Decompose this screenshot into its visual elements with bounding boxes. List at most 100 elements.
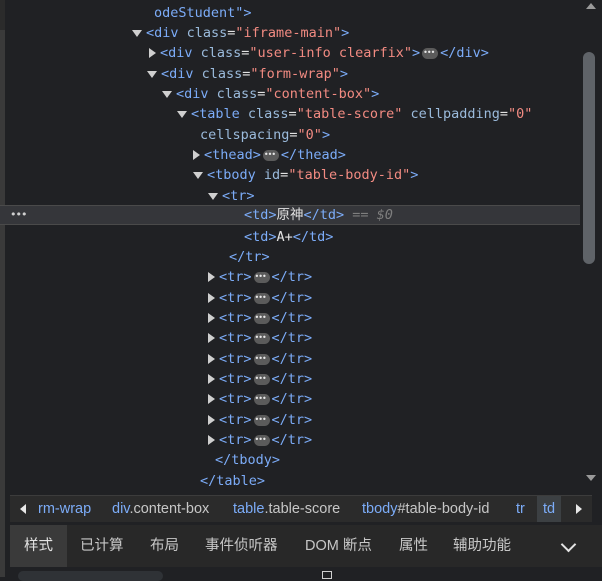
breadcrumb-selector: #table-body-id [397, 501, 490, 517]
node-content: <div class="user-info clearfix"></div> [149, 43, 489, 63]
dom-node-row[interactable]: </tbody> [0, 450, 580, 470]
ellipsis-icon[interactable] [422, 43, 439, 63]
ellipsis-icon[interactable] [253, 349, 270, 369]
dom-node-row[interactable]: <tr> </tr> [0, 349, 580, 369]
dom-breadcrumb: rm-wrap div.content-box table.table-score t… [10, 495, 592, 522]
dom-node-row[interactable]: <table class="table-score" cellpadding="… [0, 104, 580, 124]
ellipsis-icon[interactable] [253, 288, 270, 308]
tag-text: <tr> [222, 188, 255, 204]
dom-node-row[interactable]: <div class="user-info clearfix"></div> [0, 43, 580, 63]
ellipsis-icon[interactable] [262, 145, 279, 165]
ellipsis-icon[interactable] [253, 328, 270, 348]
breadcrumb-item[interactable]: div.content-box [112, 496, 209, 522]
expand-down-icon[interactable] [132, 29, 142, 37]
tab-item[interactable]: DOM 断点 [305, 525, 372, 567]
ellipsis-icon[interactable] [253, 410, 270, 430]
ellipsis-icon[interactable] [253, 369, 270, 389]
collapse-right-icon[interactable] [208, 333, 215, 343]
expand-down-icon[interactable] [208, 192, 218, 200]
tab-item[interactable]: 辅助功能 [453, 525, 511, 567]
breadcrumb-item[interactable]: tbody#table-body-id [362, 496, 489, 522]
dom-node-row[interactable]: </table> [0, 471, 580, 491]
expand-down-icon[interactable] [177, 110, 187, 118]
collapse-right-icon[interactable] [208, 354, 215, 364]
tab-item[interactable]: 属性 [399, 525, 428, 567]
node-text [402, 106, 410, 122]
toggle-icon[interactable] [322, 571, 332, 579]
dom-node-row[interactable]: odeStudent"> [0, 3, 580, 23]
dom-node-row[interactable]: <td>A+</td> [0, 227, 580, 247]
node-content: <tr> </tr> [208, 410, 312, 430]
dom-node-row[interactable]: <tr> </tr> [0, 369, 580, 389]
dom-node-row[interactable]: <tbody id="table-body-id"> [0, 165, 580, 185]
collapse-right-icon[interactable] [193, 150, 200, 160]
ellipsis-icon[interactable] [253, 389, 270, 409]
elements-tree[interactable]: odeStudent"> <div class="iframe-main"> <di… [0, 0, 580, 492]
chevron-down-icon[interactable] [560, 536, 577, 553]
scroll-down-icon[interactable] [586, 475, 596, 481]
dom-node-row[interactable]: <div class="form-wrap"> [0, 64, 580, 84]
filter-input[interactable] [18, 571, 163, 581]
breadcrumb-item[interactable]: td [537, 496, 562, 522]
scrollbar-thumb[interactable] [583, 52, 595, 264]
breadcrumb-scroll-right-button[interactable] [566, 496, 592, 522]
dom-node-row[interactable]: <tr> </tr> [0, 328, 580, 348]
tab-item[interactable]: 事件侦听器 [205, 525, 278, 567]
collapse-right-icon[interactable] [208, 415, 215, 425]
breadcrumb-tag: tr [516, 501, 525, 517]
chevron-right-icon [576, 504, 582, 514]
collapse-right-icon[interactable] [208, 435, 215, 445]
breadcrumb-item[interactable]: tr [516, 496, 525, 522]
node-content: <tr> [208, 186, 255, 206]
selected-node-row[interactable]: <td>原神</td> == $0 ••• [0, 205, 580, 225]
row-actions-icon[interactable]: ••• [10, 206, 27, 224]
expand-down-icon[interactable] [147, 70, 157, 78]
node-text: A+ [276, 229, 293, 245]
attribute-name: class [200, 45, 242, 61]
dom-node-row[interactable]: </tr> [0, 247, 580, 267]
ellipsis-icon[interactable] [253, 267, 270, 287]
dom-node-row[interactable]: <tr> [0, 186, 580, 206]
collapse-right-icon[interactable] [149, 48, 156, 58]
tab-item[interactable]: 布局 [150, 525, 179, 567]
tag-text: > [339, 66, 348, 82]
ellipsis-icon[interactable] [253, 430, 270, 450]
breadcrumb-item[interactable]: rm-wrap [38, 496, 91, 522]
node-content: <tr> </tr> [208, 328, 312, 348]
node-text: 原神 [276, 207, 304, 223]
dom-node-row[interactable]: <tr> </tr> [0, 308, 580, 328]
collapse-right-icon[interactable] [208, 394, 215, 404]
dom-node-row[interactable]: <div class="content-box"> [0, 84, 580, 104]
breadcrumb-item[interactable]: table.table-score [233, 496, 340, 522]
dom-node-row[interactable]: <tr> </tr> [0, 288, 580, 308]
tab-item[interactable]: 已计算 [80, 525, 124, 567]
node-content: <tr> </tr> [208, 288, 312, 308]
dom-node-row[interactable]: cellspacing="0"> [0, 125, 580, 145]
collapse-right-icon[interactable] [208, 313, 215, 323]
node-content: <table class="table-score" cellpadding="… [177, 104, 532, 124]
attribute-name: class [201, 66, 243, 82]
dom-node-row[interactable]: <div class="iframe-main"> [0, 23, 580, 43]
elements-scrollbar[interactable] [580, 0, 602, 492]
tag-text: <tr> [219, 371, 252, 387]
tag-text: <tr> [219, 412, 252, 428]
dom-node-row[interactable]: <tr> </tr> [0, 430, 580, 450]
ellipsis-icon[interactable] [253, 308, 270, 328]
collapse-right-icon[interactable] [208, 272, 215, 282]
collapse-right-icon[interactable] [208, 374, 215, 384]
dom-node-row[interactable]: <tr> </tr> [0, 410, 580, 430]
dom-node-row[interactable]: <thead> </thead> [0, 145, 580, 165]
tag-text: <thead> [204, 147, 261, 163]
tag-text: </tr> [271, 269, 313, 285]
attribute-name: id [263, 167, 281, 183]
dom-node-row[interactable]: <tr> </tr> [0, 267, 580, 287]
tag-text: </div> [440, 45, 489, 61]
expand-down-icon[interactable] [162, 90, 172, 98]
scroll-up-icon[interactable] [586, 3, 596, 9]
tab-item[interactable]: 样式 [10, 525, 67, 567]
collapse-right-icon[interactable] [208, 293, 215, 303]
expand-down-icon[interactable] [193, 171, 203, 179]
dom-node-row[interactable]: <tr> </tr> [0, 389, 580, 409]
node-content: <tr> </tr> [208, 430, 312, 450]
breadcrumb-scroll-left-button[interactable] [10, 496, 36, 522]
